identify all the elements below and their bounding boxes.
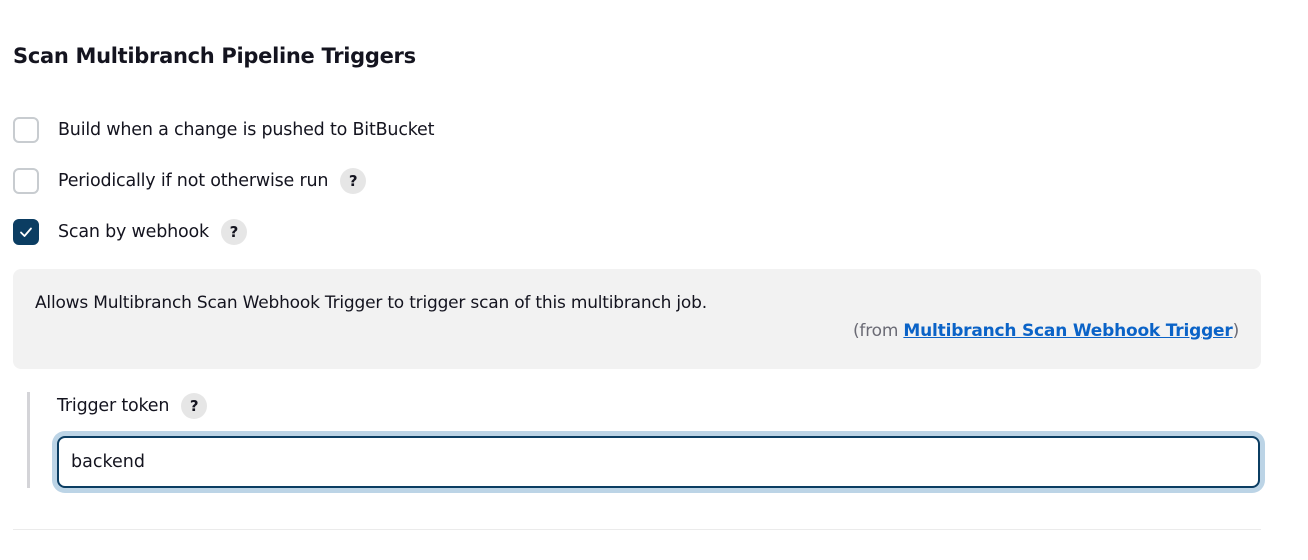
trigger-token-label-row: Trigger token ? (57, 392, 208, 420)
scan-by-webhook-help-icon[interactable]: ? (220, 219, 247, 245)
help-panel: Allows Multibranch Scan Webhook Trigger … (13, 269, 1261, 369)
help-source-link[interactable]: Multibranch Scan Webhook Trigger (903, 321, 1232, 341)
periodic-help-icon[interactable]: ? (340, 168, 367, 194)
help-source: (from Multibranch Scan Webhook Trigger) (853, 321, 1239, 341)
scan-by-webhook-checkbox[interactable] (13, 219, 39, 245)
trigger-periodic[interactable]: Periodically if not otherwise run ? (13, 166, 367, 196)
page: Scan Multibranch Pipeline Triggers Build… (0, 0, 1308, 560)
trigger-token-label: Trigger token (57, 396, 170, 416)
help-source-prefix: (from (852, 321, 904, 341)
trigger-token-group: Trigger token ? (27, 392, 1270, 488)
bitbucket-push-checkbox[interactable] (13, 117, 39, 143)
periodic-label[interactable]: Periodically if not otherwise run (58, 171, 328, 191)
help-text: Allows Multibranch Scan Webhook Trigger … (35, 293, 707, 313)
checkmark-icon (20, 227, 32, 237)
scan-by-webhook-label[interactable]: Scan by webhook (58, 222, 209, 242)
periodic-checkbox[interactable] (13, 168, 39, 194)
trigger-token-input[interactable] (57, 436, 1260, 488)
trigger-scan-by-webhook[interactable]: Scan by webhook ? (13, 217, 247, 247)
trigger-bitbucket-push[interactable]: Build when a change is pushed to BitBuck… (13, 115, 434, 145)
trigger-token-help-icon[interactable]: ? (181, 393, 208, 419)
bitbucket-push-label[interactable]: Build when a change is pushed to BitBuck… (58, 120, 434, 140)
section-title: Scan Multibranch Pipeline Triggers (13, 44, 416, 68)
help-source-suffix: ) (1232, 321, 1240, 341)
section-divider (13, 529, 1261, 530)
